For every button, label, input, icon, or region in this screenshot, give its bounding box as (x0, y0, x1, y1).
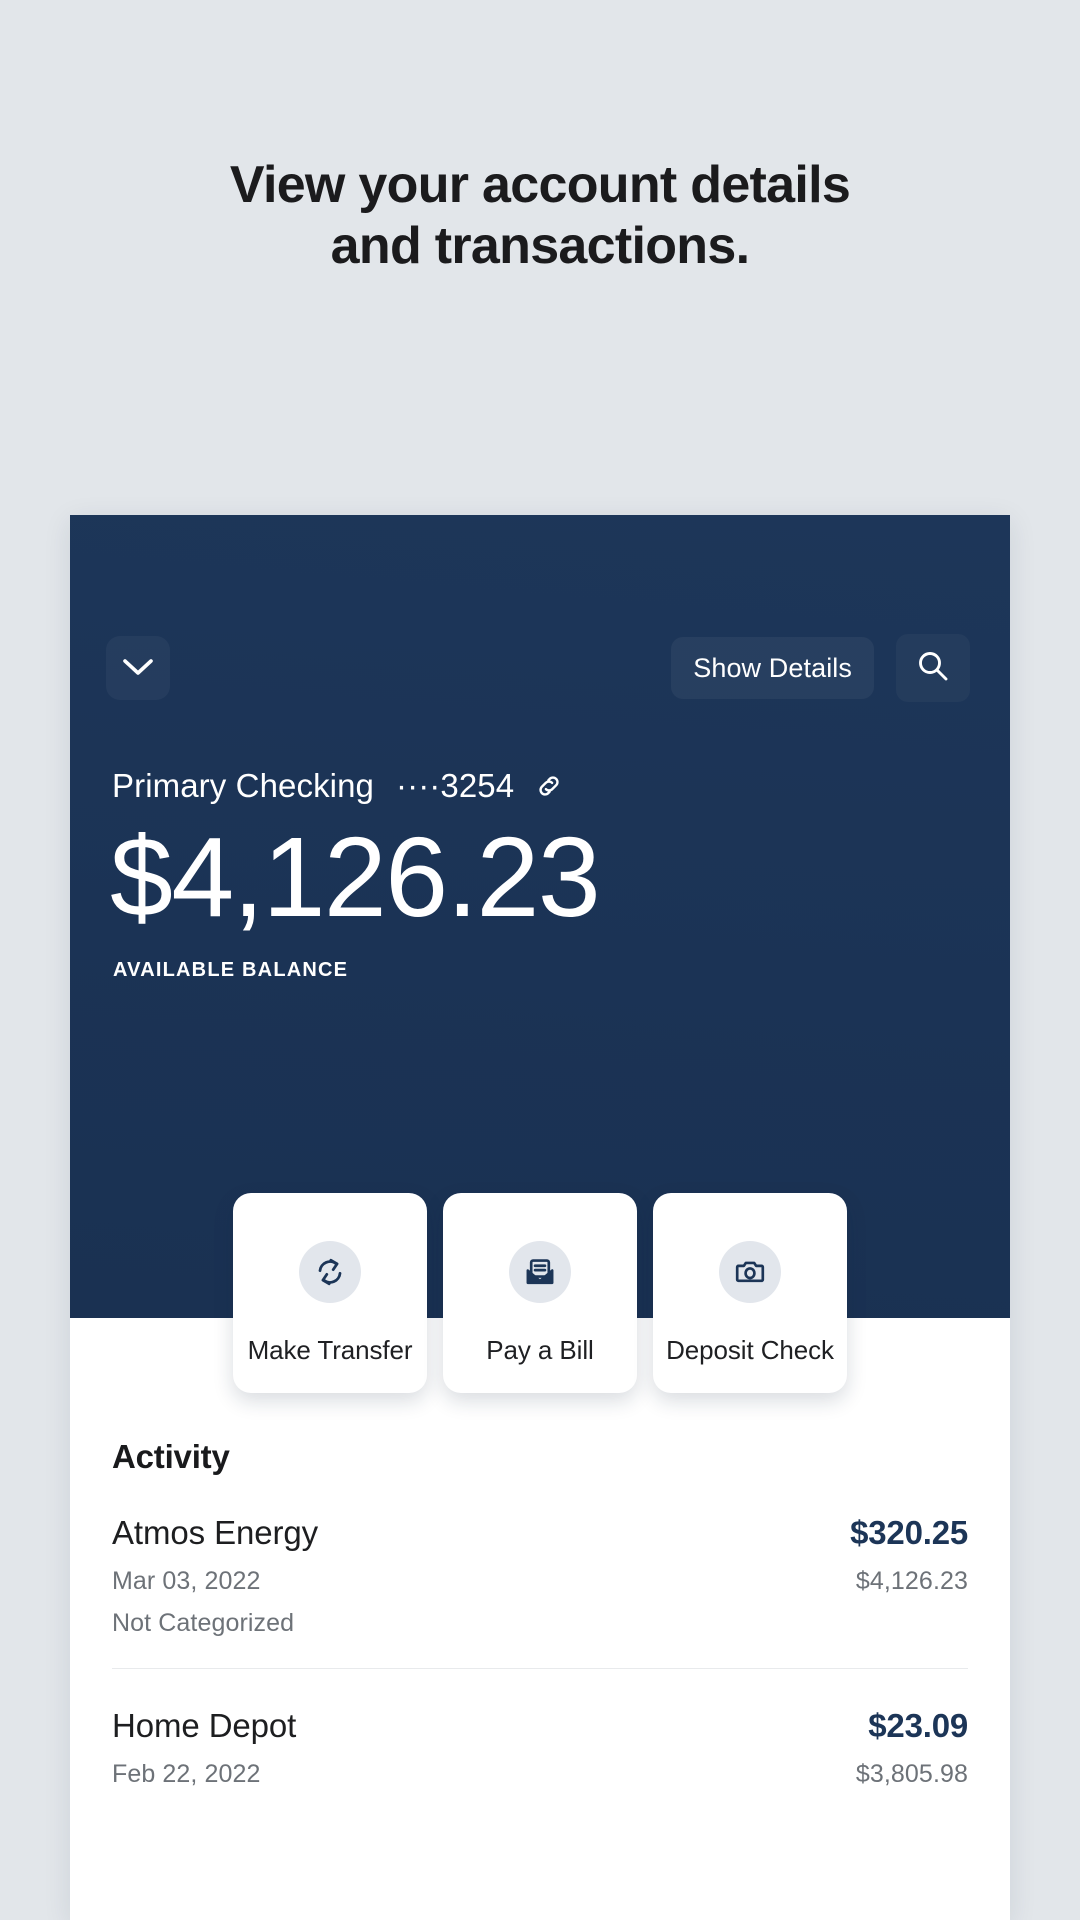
transaction-primary-row: Home Depot $23.09 (112, 1707, 968, 1745)
transaction-date: Feb 22, 2022 (112, 1760, 261, 1788)
available-balance-amount: $4,126.23 (110, 814, 601, 940)
deposit-check-label: Deposit Check (666, 1335, 834, 1365)
search-button[interactable] (896, 634, 970, 702)
transaction-date: Mar 03, 2022 (112, 1567, 261, 1595)
collapse-button[interactable] (106, 636, 170, 700)
show-details-label: Show Details (693, 652, 852, 683)
transaction-row[interactable]: Atmos Energy $320.25 Mar 03, 2022 $4,126… (112, 1476, 968, 1669)
transaction-merchant: Home Depot (112, 1707, 297, 1744)
quick-actions: Make Transfer Pay a Bill Deposit Check (70, 1193, 1010, 1393)
transaction-running-balance: $3,805.98 (855, 1760, 968, 1788)
transaction-running-balance: $4,126.23 (855, 1567, 968, 1595)
transfer-sync-icon (299, 1241, 361, 1303)
transaction-primary-row: Atmos Energy $320.25 (112, 1514, 968, 1552)
transaction-amount: $320.25 (850, 1514, 968, 1551)
headline-line-1: View your account details (229, 156, 851, 214)
show-details-button[interactable]: Show Details (671, 637, 874, 699)
transaction-secondary-row: Feb 22, 2022 $3,805.98 (112, 1760, 968, 1789)
available-balance-label: AVAILABLE BALANCE (113, 959, 349, 981)
account-name: Primary Checking (112, 767, 375, 804)
transaction-category: Not Categorized (112, 1609, 295, 1637)
pay-a-bill-action[interactable]: Pay a Bill (443, 1193, 637, 1393)
transaction-row[interactable]: Home Depot $23.09 Feb 22, 2022 $3,805.98 (112, 1669, 968, 1819)
headline-line-2: and transactions. (330, 217, 750, 276)
account-identity: Primary Checking ····3254 (112, 767, 564, 805)
chevron-down-icon (123, 659, 153, 677)
make-transfer-action[interactable]: Make Transfer (233, 1193, 427, 1393)
transaction-secondary-row: Mar 03, 2022 $4,126.23 (112, 1567, 968, 1596)
camera-icon (719, 1241, 781, 1303)
activity-title: Activity (112, 1438, 230, 1475)
account-card: Show Details Primary Checking ····3254 $… (70, 515, 1010, 1920)
deposit-check-action[interactable]: Deposit Check (653, 1193, 847, 1393)
pay-a-bill-label: Pay a Bill (486, 1335, 594, 1365)
activity-section: Activity Atmos Energy $320.25 Mar 03, 20… (70, 1318, 1010, 1819)
envelope-bill-icon (509, 1241, 571, 1303)
account-mask: ····3254 (396, 767, 515, 804)
card-toolbar: Show Details (70, 632, 1010, 704)
page-headline: View your account details and transactio… (0, 0, 1080, 278)
make-transfer-label: Make Transfer (247, 1335, 413, 1365)
transaction-merchant: Atmos Energy (112, 1514, 319, 1551)
search-icon (915, 648, 951, 689)
link-icon[interactable] (534, 771, 564, 801)
transaction-amount: $23.09 (868, 1707, 968, 1744)
